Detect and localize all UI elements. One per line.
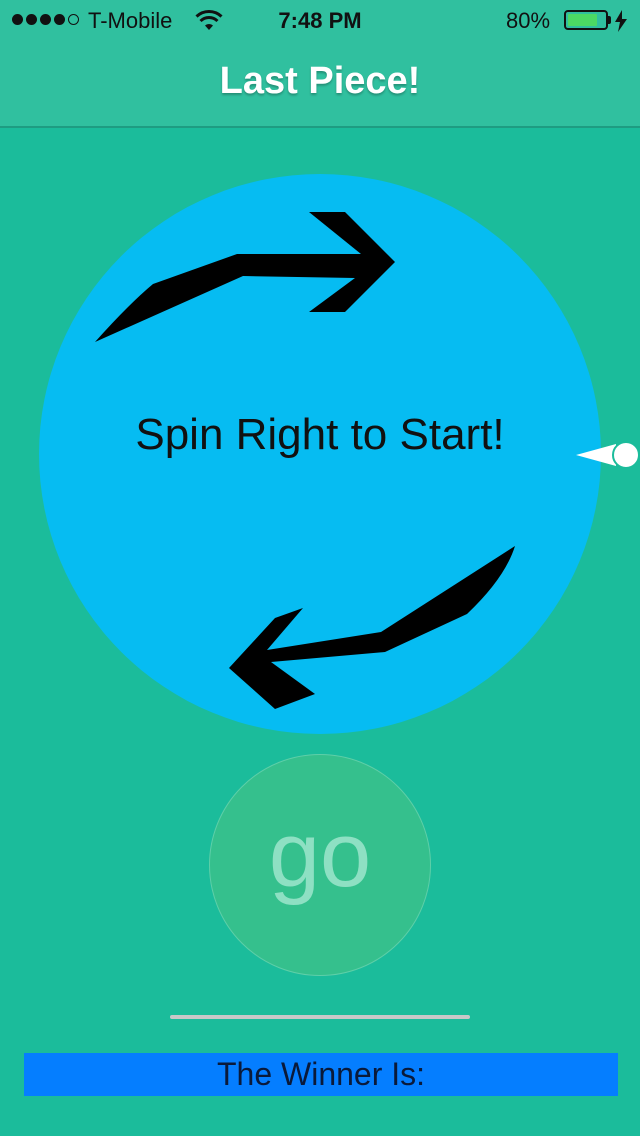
arrow-right-icon bbox=[95, 212, 395, 342]
navigation-bar: T-Mobile 7:48 PM 80% Last Piece! bbox=[0, 0, 640, 128]
spin-wheel[interactable]: Spin Right to Start! bbox=[39, 174, 601, 734]
battery-level-fill bbox=[568, 14, 597, 26]
charging-bolt-icon bbox=[615, 10, 627, 32]
arrow-left-icon bbox=[229, 546, 515, 709]
battery-icon bbox=[564, 10, 608, 30]
battery-percent: 80% bbox=[506, 8, 551, 33]
battery-cap bbox=[608, 16, 611, 24]
winner-label: The Winner Is: bbox=[24, 1053, 618, 1096]
divider bbox=[170, 1015, 470, 1019]
page-title: Last Piece! bbox=[219, 60, 421, 102]
status-bar: T-Mobile 7:48 PM 80% bbox=[0, 0, 640, 40]
spin-instruction: Spin Right to Start! bbox=[135, 410, 505, 459]
wheel-pointer-icon bbox=[576, 441, 640, 469]
go-button[interactable]: go bbox=[209, 754, 431, 976]
